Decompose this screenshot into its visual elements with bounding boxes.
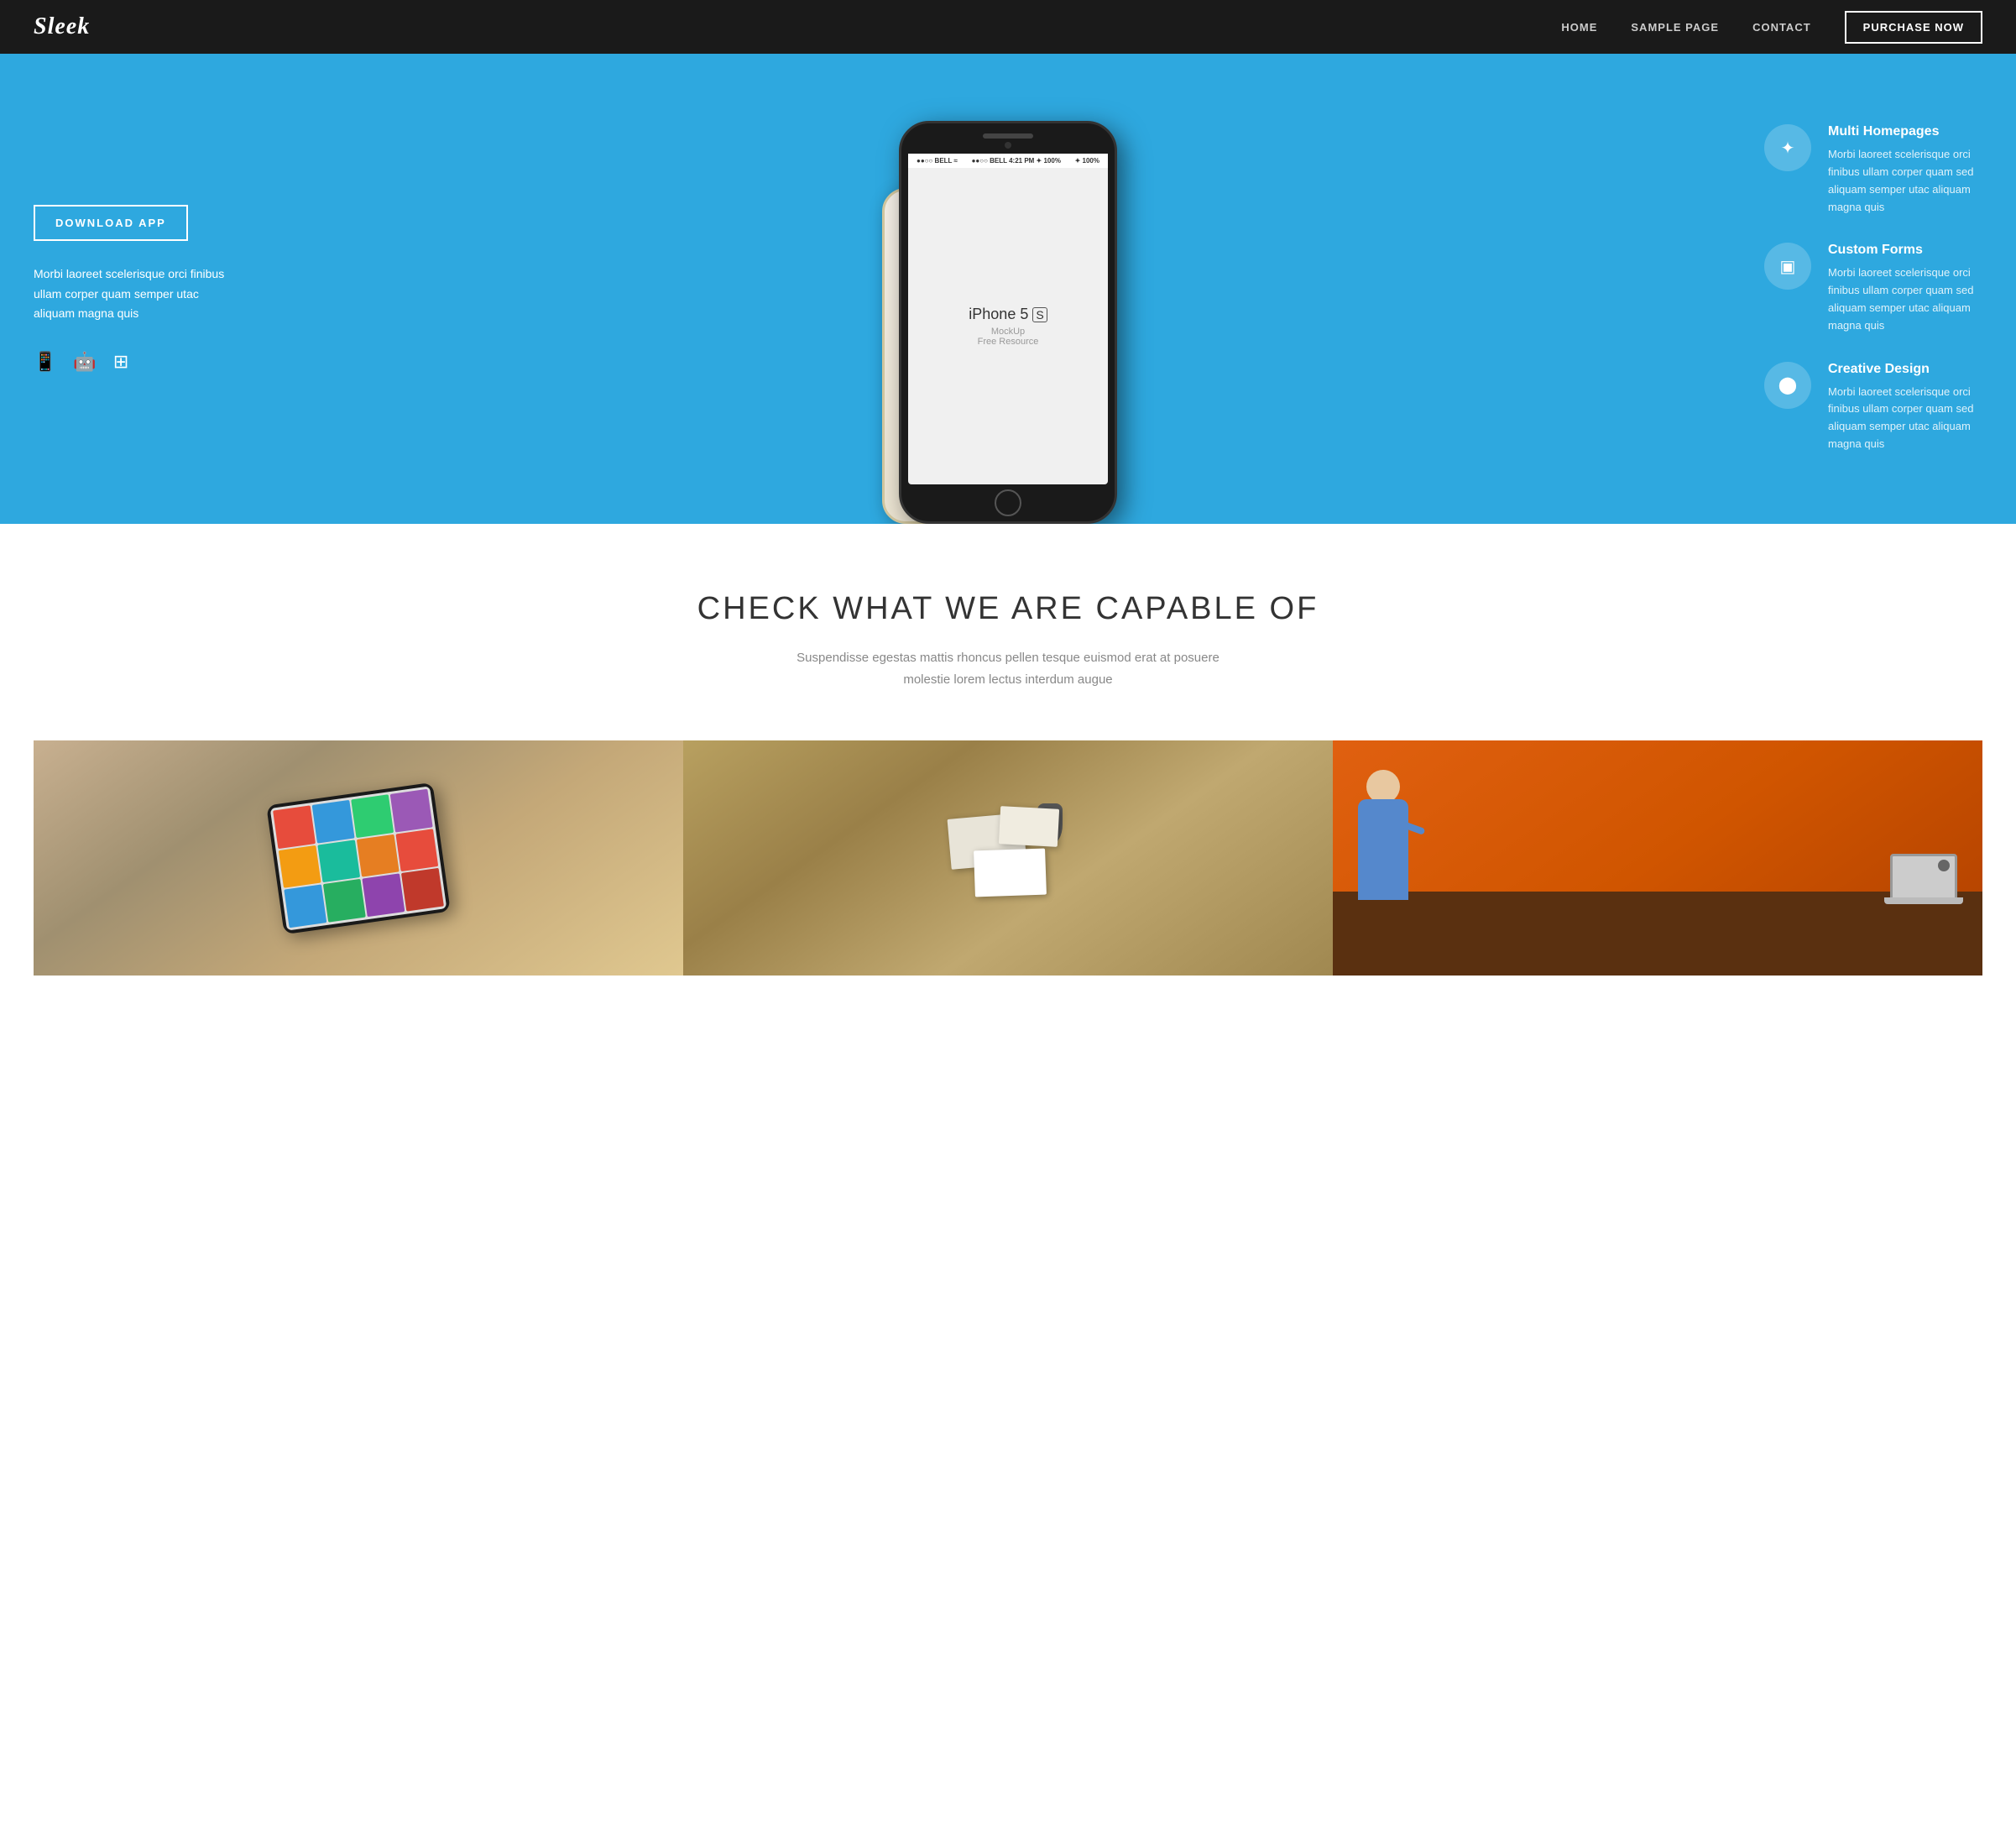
thumb-11	[362, 873, 405, 916]
phone-signal: ●●○○ BELL ≈	[917, 157, 958, 165]
phone-time: ●●○○ BELL 4:21 PM ✦ 100%	[972, 157, 1061, 165]
tablet-device	[266, 782, 451, 934]
portfolio-item-stationery[interactable]	[683, 740, 1333, 976]
person-head	[1366, 770, 1400, 803]
feature-custom-forms-desc: Morbi laoreet scelerisque orci finibus u…	[1828, 264, 1982, 334]
phone-free-label: Free Resource	[978, 337, 1039, 347]
tablet-visual	[34, 740, 683, 976]
phone-battery: ✦ 100%	[1075, 157, 1099, 165]
office-person	[1358, 799, 1408, 900]
thumb-5	[279, 845, 321, 887]
hero-left: DOWNLOAD APP Morbi laoreet scelerisque o…	[0, 54, 269, 524]
phone-home-button	[995, 489, 1021, 516]
portfolio-item-tablet[interactable]	[34, 740, 683, 976]
capabilities-section: CHECK WHAT WE ARE CAPABLE OF Suspendisse…	[0, 524, 2016, 1009]
nav-links: HOME SAMPLE PAGE CONTACT PURCHASE NOW	[1561, 11, 1982, 44]
thumb-12	[401, 868, 444, 911]
thumb-9	[284, 884, 326, 927]
phone-front: ●●○○ BELL ≈ ●●○○ BELL 4:21 PM ✦ 100% ✦ 1…	[899, 121, 1117, 524]
phone-status-bar: ●●○○ BELL ≈ ●●○○ BELL 4:21 PM ✦ 100% ✦ 1…	[908, 154, 1108, 168]
multi-homepages-icon: ✦	[1764, 124, 1811, 171]
office-desk	[1333, 892, 1982, 976]
business-card-3	[974, 849, 1047, 897]
phone-camera	[1005, 142, 1011, 149]
capabilities-heading: CHECK WHAT WE ARE CAPABLE OF	[34, 591, 1982, 627]
download-app-button[interactable]: DOWNLOAD APP	[34, 205, 188, 241]
office-visual	[1333, 740, 1982, 976]
feature-creative-design-text: Creative Design Morbi laoreet scelerisqu…	[1828, 362, 1982, 453]
portfolio-item-office[interactable]	[1333, 740, 1982, 976]
tablet-screen	[270, 786, 447, 930]
thumb-8	[395, 828, 438, 871]
feature-creative-design: ⬤ Creative Design Morbi laoreet sceleris…	[1764, 362, 1982, 453]
phone-mockup-label: MockUp	[991, 327, 1025, 337]
creative-design-icon: ⬤	[1764, 362, 1811, 409]
thumb-6	[317, 840, 360, 882]
nav-home[interactable]: HOME	[1561, 21, 1597, 34]
purchase-now-button[interactable]: PURCHASE NOW	[1845, 11, 1982, 44]
thumb-3	[351, 794, 394, 837]
nav-sample-page[interactable]: SAMPLE PAGE	[1631, 21, 1719, 34]
phone-model-suffix: S	[1032, 307, 1047, 322]
feature-custom-forms-text: Custom Forms Morbi laoreet scelerisque o…	[1828, 243, 1982, 334]
thumb-7	[357, 834, 400, 876]
phone-screen-content: iPhone 5 S MockUp Free Resource	[960, 168, 1055, 484]
feature-multi-homepages-text: Multi Homepages Morbi laoreet scelerisqu…	[1828, 124, 1982, 216]
phone-model-name: iPhone 5 S	[969, 306, 1047, 323]
logo[interactable]: Sleek	[34, 13, 90, 40]
business-card-2	[999, 806, 1059, 847]
feature-multi-homepages-title: Multi Homepages	[1828, 124, 1982, 139]
thumb-10	[323, 879, 366, 922]
custom-forms-icon: ▣	[1764, 243, 1811, 290]
thumb-4	[390, 788, 433, 831]
hero-description: Morbi laoreet scelerisque orci finibus u…	[34, 264, 235, 324]
phone-speaker	[983, 133, 1033, 139]
feature-creative-design-title: Creative Design	[1828, 362, 1982, 377]
hero-phones: ●●○○ BELL ≈ ●●○○ BELL 4:21 PM ✦ 100% ✦ 1…	[269, 54, 1747, 524]
hero-features: ✦ Multi Homepages Morbi laoreet sceleris…	[1747, 54, 2016, 524]
platform-icons: 📱 🤖 ⊞	[34, 351, 235, 373]
navbar: Sleek HOME SAMPLE PAGE CONTACT PURCHASE …	[0, 0, 2016, 54]
office-laptop	[1890, 854, 1957, 900]
stationery-visual	[683, 740, 1333, 976]
ios-icon: 📱	[34, 351, 56, 373]
phone-container: ●●○○ BELL ≈ ●●○○ BELL 4:21 PM ✦ 100% ✦ 1…	[269, 54, 1747, 524]
android-icon: 🤖	[73, 351, 96, 373]
feature-custom-forms: ▣ Custom Forms Morbi laoreet scelerisque…	[1764, 243, 1982, 334]
person-arm	[1400, 820, 1426, 835]
hero-section: DOWNLOAD APP Morbi laoreet scelerisque o…	[0, 54, 2016, 524]
nav-contact[interactable]: CONTACT	[1752, 21, 1811, 34]
capabilities-subtext: Suspendisse egestas mattis rhoncus pelle…	[773, 647, 1243, 690]
portfolio-grid	[34, 740, 1982, 976]
windows-icon: ⊞	[113, 351, 128, 373]
thumb-2	[312, 799, 355, 842]
person-body	[1358, 799, 1408, 900]
feature-custom-forms-title: Custom Forms	[1828, 243, 1982, 258]
feature-multi-homepages-desc: Morbi laoreet scelerisque orci finibus u…	[1828, 146, 1982, 216]
stationery-items	[941, 799, 1075, 917]
feature-creative-design-desc: Morbi laoreet scelerisque orci finibus u…	[1828, 384, 1982, 453]
phone-screen: ●●○○ BELL ≈ ●●○○ BELL 4:21 PM ✦ 100% ✦ 1…	[908, 154, 1108, 484]
thumb-1	[273, 805, 316, 848]
feature-multi-homepages: ✦ Multi Homepages Morbi laoreet sceleris…	[1764, 124, 1982, 216]
